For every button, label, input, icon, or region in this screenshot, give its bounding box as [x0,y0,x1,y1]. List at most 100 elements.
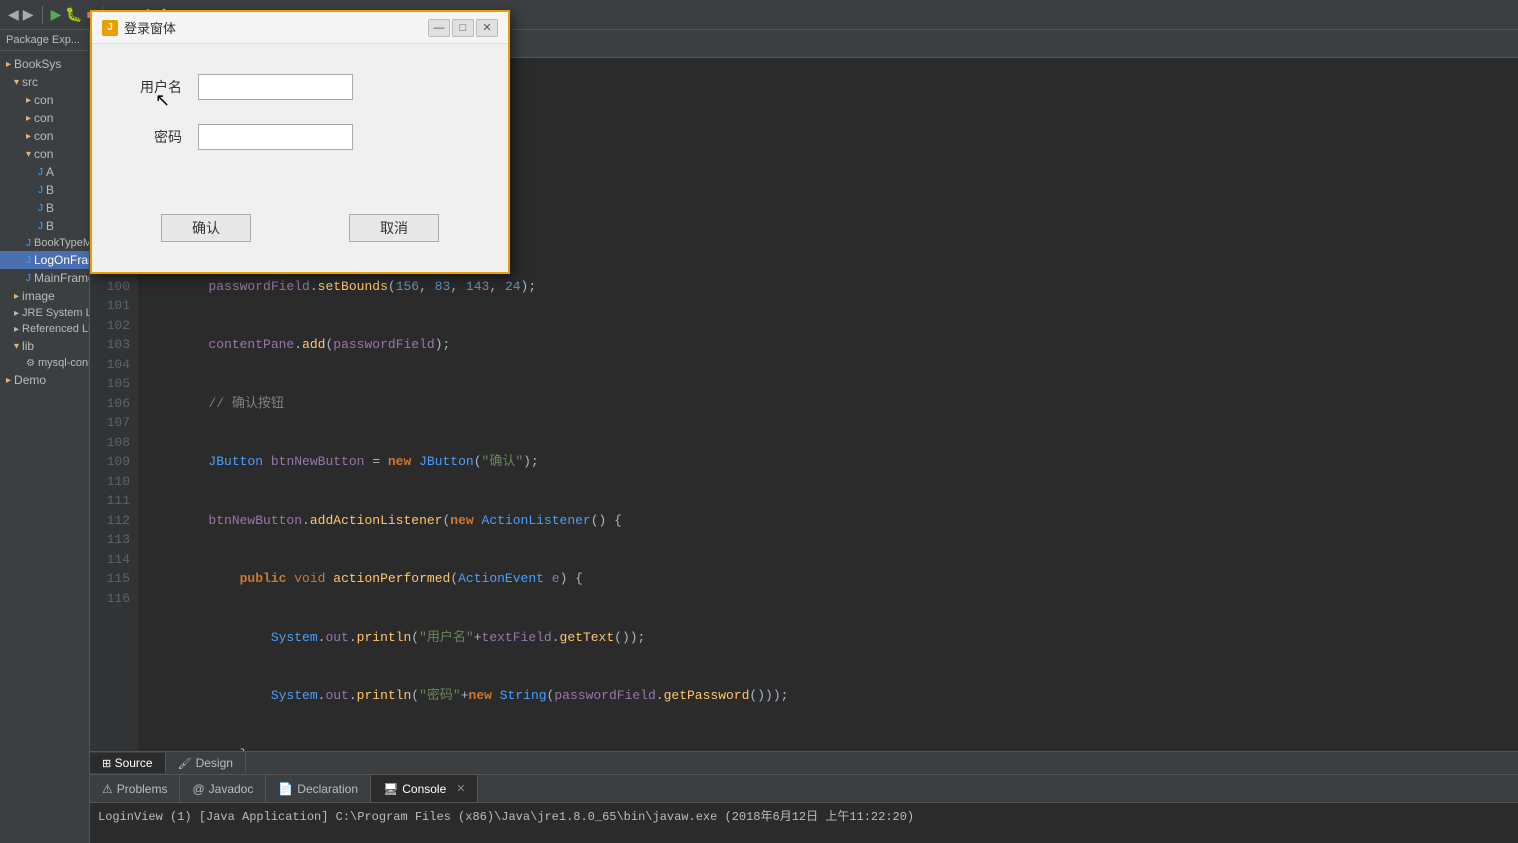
tab-source[interactable]: ⊞ Source [90,753,166,773]
con4-icon: ▾ [26,149,31,160]
confirm-button[interactable]: 确认 [161,214,251,242]
sidebar-item-jre[interactable]: ▸ JRE System Libr... [0,305,89,321]
lib-icon: ▾ [14,341,19,352]
mysql-jar-label: mysql-connector... [38,357,89,369]
logonframe-label: LogOnFrame.java [34,253,89,267]
dialog-close-button[interactable]: ✕ [476,19,498,37]
src-icon: ▾ [14,77,19,88]
dialog-minimize-button[interactable]: — [428,19,450,37]
code-line-95: JButton btnNewButton = new JButton("确认")… [146,452,1510,472]
code-line-96: btnNewButton.addActionListener(new Actio… [146,511,1510,531]
reflibs-icon: ▸ [14,324,19,335]
console-icon: 🖥 [383,782,398,796]
console-text: LoginView (1) [Java Application] C:\Prog… [98,810,914,824]
sidebar-item-con2[interactable]: ▸ con [0,109,89,127]
password-label: 密码 [132,127,182,147]
b1-icon: J [38,185,43,196]
sidebar-item-logonframe[interactable]: J LogOnFrame.java [0,251,89,269]
toolbar-icon-debug[interactable]: 🐛 [65,6,82,23]
lib-label: lib [22,339,34,353]
username-row: 用户名 [132,74,468,100]
sidebar-item-con3[interactable]: ▸ con [0,127,89,145]
booksys-icon: ▸ [6,59,11,70]
source-design-tabs: ⊞ Source 🖌 Design [90,751,1518,775]
console-tab-console[interactable]: 🖥 Console ✕ [371,775,478,802]
javadoc-icon: @ [192,782,204,796]
code-line-98: System.out.println("用户名"+textField.getTe… [146,628,1510,648]
sidebar-item-mysql-jar[interactable]: ⚙ mysql-connector... [0,355,89,371]
problems-icon: ⚠ [102,782,113,796]
code-line-93: contentPane.add(passwordField); [146,335,1510,355]
problems-label: Problems [117,782,168,796]
booktypemange-icon: J [26,238,31,249]
console-bar: ⚠ Problems @ Javadoc 📄 Declaration 🖥 Con… [90,775,1518,803]
sidebar-item-booksys[interactable]: ▸ BookSys [0,55,89,73]
declaration-label: Declaration [297,782,358,796]
password-row: 密码 [132,124,468,150]
tab-source-label: Source [115,756,153,770]
sidebar-item-reflibs[interactable]: ▸ Referenced Lib... [0,321,89,337]
tab-design[interactable]: 🖌 Design [166,753,246,773]
code-line-99: System.out.println("密码"+new String(passw… [146,686,1510,706]
dialog-titlebar: J 登录窗体 — □ ✕ [92,12,508,44]
con4-label: con [34,147,53,161]
toolbar-separator [42,6,43,24]
sidebar-item-demo[interactable]: ▸ Demo [0,371,89,389]
con1-label: con [34,93,53,107]
declaration-icon: 📄 [278,782,293,796]
tab-source-icon: ⊞ [102,758,111,770]
code-line-97: public void actionPerformed(ActionEvent … [146,569,1510,589]
sidebar-item-mainframe[interactable]: J MainFrame.java [0,269,89,287]
sidebar-item-image[interactable]: ▸ image [0,287,89,305]
console-tab-javadoc[interactable]: @ Javadoc [180,775,266,802]
tab-design-icon: 🖌 [178,757,192,770]
sidebar-item-con1[interactable]: ▸ con [0,91,89,109]
sidebar-item-b3[interactable]: J B [0,217,89,235]
dialog-title-left: J 登录窗体 [102,18,176,37]
dialog-maximize-button[interactable]: □ [452,19,474,37]
dialog-title-icon: J [102,20,118,36]
booktypemange-label: BookTypeManage... [34,237,89,249]
b2-label: B [46,201,54,215]
dialog-body: 用户名 密码 [92,44,508,204]
sidebar-item-booktypemange[interactable]: J BookTypeManage... [0,235,89,251]
mysql-jar-icon: ⚙ [26,358,35,369]
toolbar-icon-run[interactable]: ▶ [51,6,62,23]
sidebar-item-src[interactable]: ▾ src [0,73,89,91]
console-tab-problems[interactable]: ⚠ Problems [90,775,180,802]
image-icon: ▸ [14,291,19,302]
sidebar-item-con4[interactable]: ▾ con [0,145,89,163]
jre-label: JRE System Libr... [22,307,89,319]
mainframe-icon: J [26,273,31,284]
password-input[interactable] [198,124,353,150]
b3-icon: J [38,221,43,232]
login-dialog: J 登录窗体 — □ ✕ 用户名 密码 确认 取消 [90,10,510,274]
b1-label: B [46,183,54,197]
con1-icon: ▸ [26,95,31,106]
booksys-label: BookSys [14,57,61,71]
sidebar-tree: ▸ BookSys ▾ src ▸ con ▸ con ▸ con [0,51,89,393]
username-input[interactable] [198,74,353,100]
console-output: LoginView (1) [Java Application] C:\Prog… [90,803,1518,843]
cancel-button[interactable]: 取消 [349,214,439,242]
toolbar-icon-back[interactable]: ◀ [8,6,19,23]
tab-design-label: Design [196,756,233,770]
b2-icon: J [38,203,43,214]
console-tab-declaration[interactable]: 📄 Declaration [266,775,371,802]
console-close-icon[interactable]: ✕ [456,782,465,795]
sidebar-item-b1[interactable]: J B [0,181,89,199]
a-label: A [46,165,54,179]
b3-label: B [46,219,54,233]
sidebar-item-a[interactable]: J A [0,163,89,181]
reflibs-label: Referenced Lib... [22,323,89,335]
con3-label: con [34,129,53,143]
sidebar-item-b2[interactable]: J B [0,199,89,217]
username-label: 用户名 [132,77,182,97]
javadoc-label: Javadoc [209,782,254,796]
sidebar-header: Package Exp... [0,30,89,51]
con2-icon: ▸ [26,113,31,124]
dialog-title-text: 登录窗体 [124,18,176,37]
con3-icon: ▸ [26,131,31,142]
sidebar-item-lib[interactable]: ▾ lib [0,337,89,355]
toolbar-icon-fwd[interactable]: ▶ [23,6,34,23]
